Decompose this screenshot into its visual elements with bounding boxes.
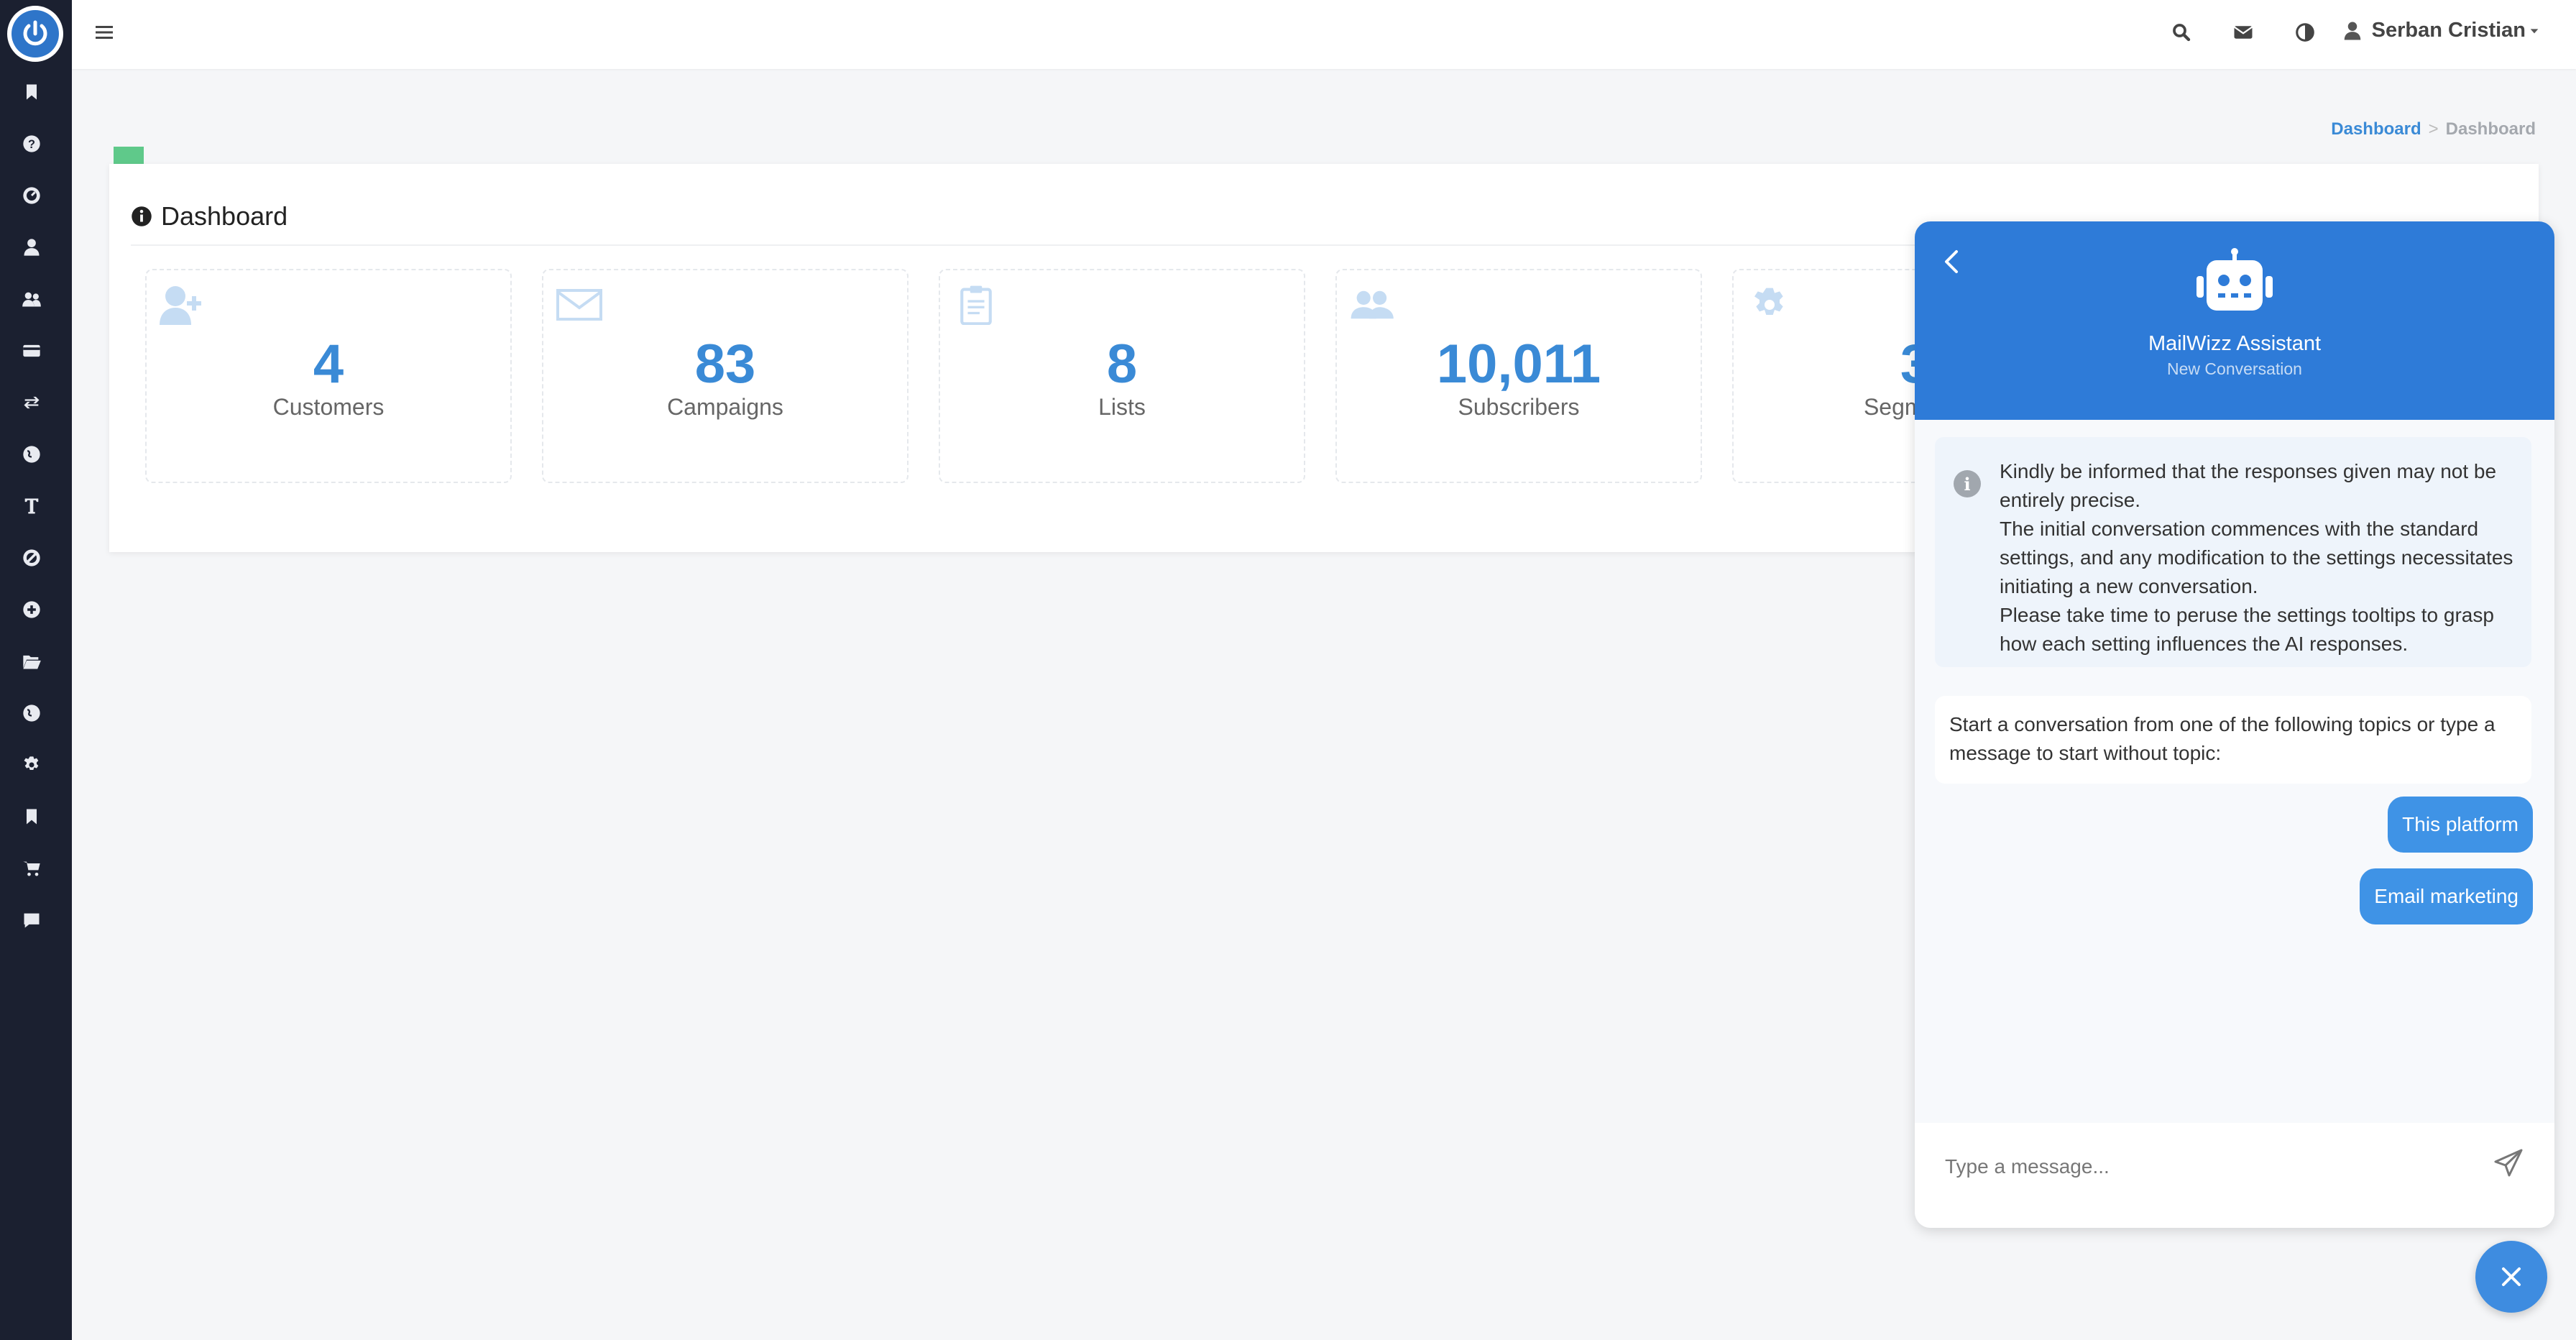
cart-icon[interactable]	[20, 857, 43, 880]
bookmark-icon[interactable]	[20, 81, 43, 104]
close-chat-button[interactable]	[2475, 1241, 2547, 1313]
user-menu[interactable]: Serban Cristian	[2342, 19, 2540, 42]
help-icon[interactable]: ?	[20, 132, 43, 155]
chat-title: MailWizz Assistant	[2148, 332, 2322, 355]
assistant-chat-panel: MailWizz Assistant New Conversation i Ki…	[1915, 221, 2554, 1228]
stat-value: 10,011	[1436, 334, 1601, 395]
user-icon[interactable]	[20, 236, 43, 259]
menu-toggle-icon[interactable]	[93, 22, 115, 43]
transfer-icon[interactable]	[20, 391, 43, 414]
plus-circle-icon[interactable]	[20, 598, 43, 621]
info-icon: i	[1954, 470, 1981, 497]
top-bar: Serban Cristian	[72, 0, 2576, 69]
chat-subtitle: New Conversation	[2167, 359, 2302, 378]
topic-button-email-marketing[interactable]: Email marketing	[2360, 868, 2533, 924]
stat-label: Subscribers	[1458, 394, 1580, 420]
breadcrumb: Dashboard > Dashboard	[2331, 119, 2536, 139]
sidebar: ?	[0, 0, 72, 1340]
envelope-icon[interactable]	[2231, 20, 2255, 45]
message-input[interactable]	[1944, 1144, 2471, 1189]
gear-icon[interactable]	[20, 753, 43, 776]
stat-value: 8	[1106, 334, 1138, 395]
chat-header: MailWizz Assistant New Conversation	[1915, 221, 2554, 420]
stat-value: 4	[313, 334, 344, 395]
gear-icon	[1747, 285, 1793, 325]
message-composer	[1915, 1123, 2554, 1228]
back-arrow-icon[interactable]	[1941, 247, 1964, 276]
globe-icon[interactable]	[20, 443, 43, 466]
stat-lists[interactable]: 8 Lists	[939, 269, 1305, 483]
envelope-icon	[556, 285, 602, 325]
text-icon[interactable]	[20, 495, 43, 518]
stat-customers[interactable]: 4 Customers	[145, 269, 512, 483]
breadcrumb-link[interactable]: Dashboard	[2331, 119, 2421, 139]
card-icon[interactable]	[20, 339, 43, 362]
comment-icon[interactable]	[20, 909, 43, 932]
users-icon[interactable]	[20, 288, 43, 311]
close-icon	[2502, 1267, 2521, 1286]
caret-down-icon	[2530, 28, 2539, 33]
stat-label: Customers	[272, 394, 385, 420]
svg-text:?: ?	[28, 138, 35, 151]
user-name: Serban Cristian	[2371, 19, 2526, 42]
user-plus-icon	[160, 285, 206, 325]
stat-value: 83	[694, 334, 756, 395]
app-logo[interactable]	[7, 6, 63, 62]
info-icon	[132, 206, 152, 226]
notice-text: Kindly be informed that the responses gi…	[2000, 460, 2513, 655]
topic-button-this-platform[interactable]: This platform	[2388, 797, 2533, 853]
clipboard-icon	[953, 285, 999, 326]
starter-message: Start a conversation from one of the fol…	[1935, 696, 2531, 784]
page-title: Dashboard	[131, 201, 288, 231]
folder-open-icon[interactable]	[20, 650, 43, 673]
user-icon	[2344, 22, 2360, 40]
breadcrumb-separator: >	[2428, 119, 2439, 139]
search-icon[interactable]	[2169, 20, 2194, 45]
robot-icon	[2196, 248, 2273, 311]
group-icon	[1350, 285, 1396, 325]
ban-icon[interactable]	[20, 546, 43, 569]
contrast-icon[interactable]	[2293, 20, 2317, 45]
stat-label: Lists	[1098, 394, 1146, 420]
stat-subscribers[interactable]: 10,011 Subscribers	[1335, 269, 1702, 483]
globe-icon[interactable]	[20, 702, 43, 725]
stat-campaigns[interactable]: 83 Campaigns	[542, 269, 908, 483]
disclaimer-notice: i Kindly be informed that the responses …	[1935, 437, 2531, 667]
dashboard-icon[interactable]	[20, 184, 43, 207]
breadcrumb-current: Dashboard	[2445, 119, 2536, 139]
bookmark-icon[interactable]	[20, 805, 43, 828]
send-icon[interactable]	[2493, 1147, 2524, 1179]
stat-label: Campaigns	[667, 394, 783, 420]
